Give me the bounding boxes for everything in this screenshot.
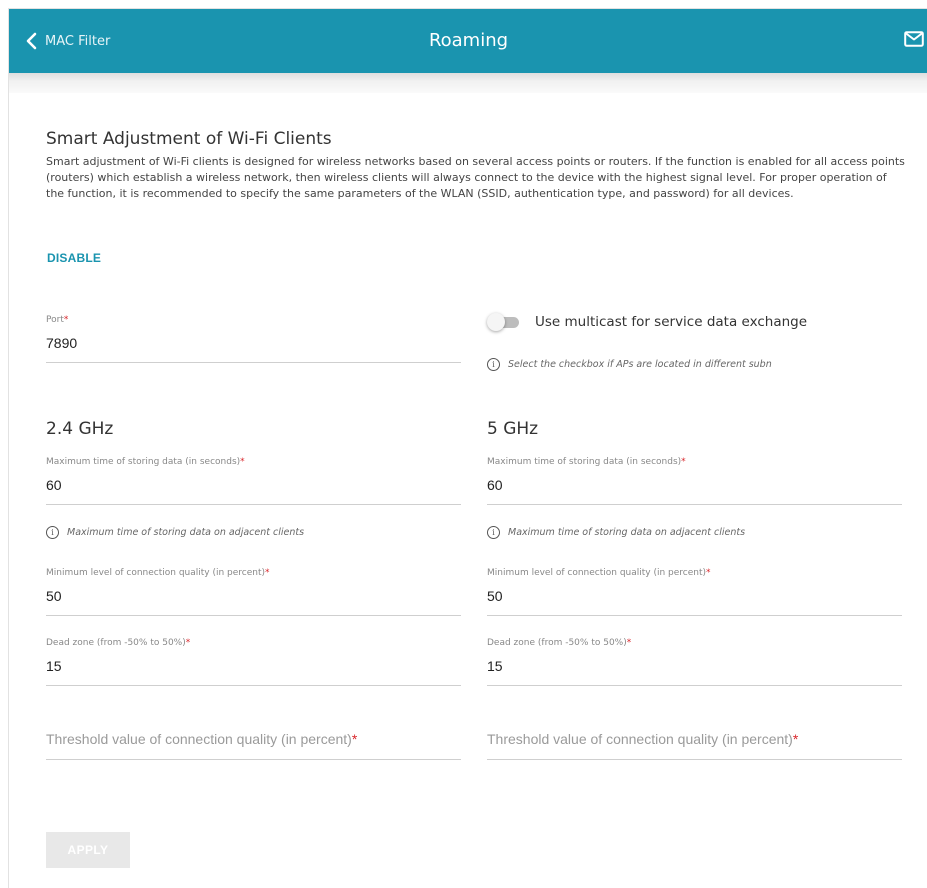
chevron-left-icon <box>25 32 37 50</box>
back-button[interactable]: MAC Filter <box>25 9 110 73</box>
info-icon: i <box>46 526 59 539</box>
min-quality-label: Minimum level of connection quality (in … <box>46 568 266 578</box>
band-5-dead-zone-field[interactable]: Dead zone (from -50% to 50%)* 15 <box>487 638 902 686</box>
field-underline <box>46 759 461 760</box>
max-time-label: Maximum time of storing data (in seconds… <box>487 457 682 467</box>
band-5-title: 5 GHz <box>487 419 539 439</box>
required-mark: * <box>185 638 191 648</box>
multicast-hint-text: Select the checkbox if APs are located i… <box>508 359 772 370</box>
min-quality-input[interactable]: 50 <box>487 588 902 606</box>
band-24-dead-zone-field[interactable]: Dead zone (from -50% to 50%)* 15 <box>46 638 461 686</box>
apply-button[interactable]: APPLY <box>46 832 130 868</box>
page-title: Roaming <box>428 30 509 51</box>
min-quality-label: Minimum level of connection quality (in … <box>487 568 707 578</box>
band-5-max-time-hint: i Maximum time of storing data on adjace… <box>487 526 745 539</box>
field-underline <box>46 685 461 686</box>
max-time-hint-text: Maximum time of storing data on adjacent… <box>508 527 746 538</box>
band-5-min-quality-field[interactable]: Minimum level of connection quality (in … <box>487 568 902 616</box>
dead-zone-label: Dead zone (from -50% to 50%) <box>487 638 627 648</box>
app-frame: MAC Filter Roaming Smart Adjustment of W… <box>8 8 927 888</box>
max-time-input[interactable]: 60 <box>46 477 461 495</box>
threshold-input[interactable]: Threshold value of connection quality (i… <box>487 731 793 747</box>
field-underline <box>487 504 902 505</box>
band-24-threshold-field[interactable]: Threshold value of connection quality (i… <box>46 731 461 760</box>
multicast-label: Use multicast for service data exchange <box>535 314 808 330</box>
field-underline <box>46 362 461 363</box>
required-mark: * <box>240 457 245 467</box>
max-time-hint-text: Maximum time of storing data on adjacent… <box>67 527 305 538</box>
threshold-input[interactable]: Threshold value of connection quality (i… <box>46 731 352 747</box>
band-24-title: 2.4 GHz <box>46 419 114 439</box>
required-mark: * <box>681 457 686 467</box>
header-shadow <box>9 73 927 93</box>
max-time-label: Maximum time of storing data (in seconds… <box>46 457 241 467</box>
max-time-input[interactable]: 60 <box>487 477 902 495</box>
required-mark: * <box>792 731 799 747</box>
band-5-max-time-field[interactable]: Maximum time of storing data (in seconds… <box>487 457 902 505</box>
band-24-max-time-hint: i Maximum time of storing data on adjace… <box>46 526 304 539</box>
dead-zone-label: Dead zone (from -50% to 50%) <box>46 638 186 648</box>
section-description: Smart adjustment of Wi-Fi clients is des… <box>46 155 905 200</box>
band-24-min-quality-field[interactable]: Minimum level of connection quality (in … <box>46 568 461 616</box>
disable-button[interactable]: DISABLE <box>47 251 101 265</box>
required-mark: * <box>351 731 358 747</box>
field-underline <box>487 759 902 760</box>
port-label: Port <box>46 315 64 325</box>
main-content: Smart Adjustment of Wi-Fi Clients Smart … <box>9 93 927 888</box>
port-input[interactable]: 7890 <box>46 335 461 353</box>
field-underline <box>487 615 902 616</box>
info-icon: i <box>487 526 500 539</box>
back-label: MAC Filter <box>45 33 111 49</box>
multicast-row: Use multicast for service data exchange <box>487 313 807 331</box>
required-mark: * <box>706 568 711 578</box>
dead-zone-input[interactable]: 15 <box>487 658 902 676</box>
field-underline <box>487 685 902 686</box>
header-bar: MAC Filter Roaming <box>9 9 927 73</box>
field-underline <box>46 504 461 505</box>
dead-zone-input[interactable]: 15 <box>46 658 461 676</box>
toggle-knob <box>487 313 505 331</box>
mail-icon[interactable] <box>904 31 924 52</box>
field-underline <box>46 615 461 616</box>
required-mark: * <box>63 315 69 325</box>
section-title: Smart Adjustment of Wi-Fi Clients <box>46 129 332 149</box>
multicast-toggle[interactable] <box>487 313 521 331</box>
multicast-hint: i Select the checkbox if APs are located… <box>487 358 772 371</box>
band-5-threshold-field[interactable]: Threshold value of connection quality (i… <box>487 731 902 760</box>
required-mark: * <box>626 638 632 648</box>
port-field[interactable]: Port* 7890 <box>46 315 461 363</box>
min-quality-input[interactable]: 50 <box>46 588 461 606</box>
band-24-max-time-field[interactable]: Maximum time of storing data (in seconds… <box>46 457 461 505</box>
info-icon: i <box>487 358 500 371</box>
required-mark: * <box>265 568 270 578</box>
